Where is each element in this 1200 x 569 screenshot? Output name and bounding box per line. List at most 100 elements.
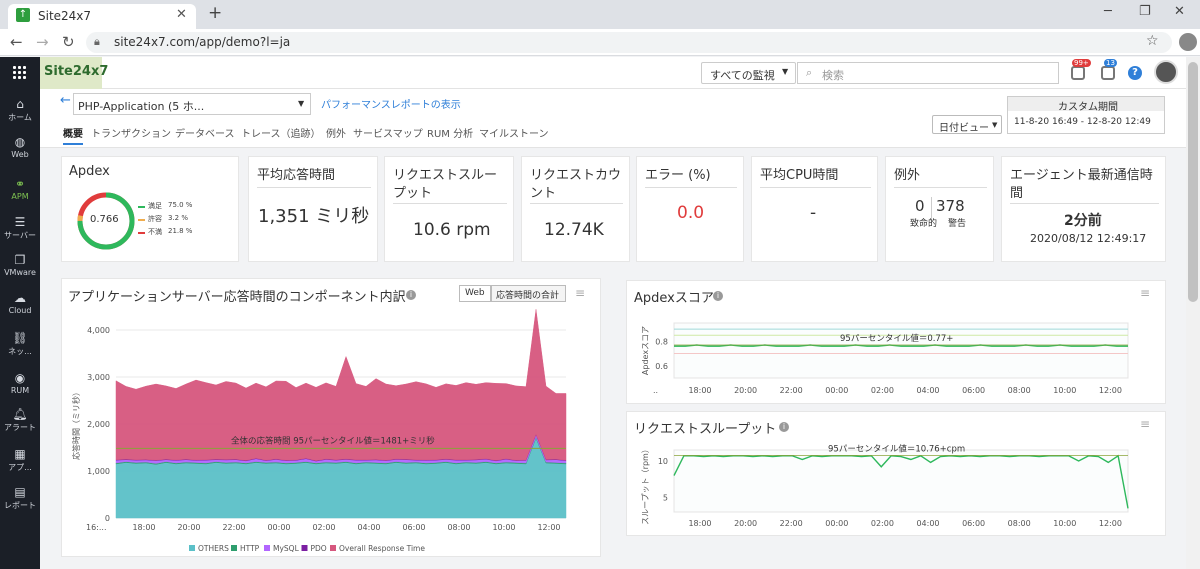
nav-item-1[interactable]: ◍ Web <box>0 135 40 159</box>
throughput-card[interactable]: リクエストスルー プット 10.6 rpm <box>384 156 514 262</box>
tab-6[interactable]: RUM 分析 <box>427 125 473 140</box>
menu-icon[interactable]: ≡ <box>575 286 585 300</box>
window-close-icon[interactable]: ✕ <box>1174 4 1185 19</box>
grid-menu-icon[interactable] <box>12 65 26 79</box>
close-icon[interactable]: ✕ <box>176 7 187 22</box>
nav-item-label: VMware <box>4 268 36 277</box>
x-tick-label: 22:00 <box>780 519 803 528</box>
y-tick-label: 4,000 <box>87 326 110 335</box>
tab-4[interactable]: 例外 <box>326 125 346 140</box>
exception-card[interactable]: 例外 0 378 致命的 警告 <box>885 156 994 262</box>
rum-icon: ◉ <box>14 371 26 385</box>
nav-item-9[interactable]: ▦ アプ... <box>0 447 40 473</box>
tab-1[interactable]: トランザクション <box>91 125 171 140</box>
tab-0[interactable]: 概要 <box>63 125 83 145</box>
nav-item-3[interactable]: ☰ サーバー <box>0 215 40 241</box>
info-icon[interactable]: i <box>713 291 723 301</box>
tab-3[interactable]: トレース（追跡） <box>241 125 321 140</box>
legend-label: 許容 <box>148 215 162 223</box>
legend-swatch <box>138 232 145 234</box>
x-tick-label: 18:00 <box>132 523 155 532</box>
monitor-select-label: PHP-Application (5 ホ... <box>78 100 205 113</box>
x-tick-label: 06:00 <box>962 519 985 528</box>
nav-item-2[interactable]: ⚭ APM <box>0 177 40 201</box>
vmware-icon: ❐ <box>14 253 26 267</box>
user-avatar[interactable] <box>1154 60 1178 84</box>
help-icon[interactable]: ? <box>1128 66 1142 80</box>
plot-area <box>673 449 1129 513</box>
info-icon[interactable]: i <box>406 290 416 300</box>
nav-item-label: ネッ... <box>8 347 32 356</box>
x-tick-label: 00:00 <box>825 386 848 395</box>
legend-value: 3.2 % <box>168 214 189 222</box>
nav-item-label: アプ... <box>8 463 32 472</box>
nav-item-label: ホーム <box>8 113 32 122</box>
apdex-card[interactable]: Apdex 0.766 満足 75.0 % 許容 3.2 % 不満 21.8 % <box>61 156 239 262</box>
avg-response-value: 1,351 ミリ秒 <box>258 206 370 227</box>
address-bar[interactable]: 🔒︎ site24x7.com/app/demo?l=ja ☆ <box>86 32 1172 53</box>
reload-icon[interactable]: ↻ <box>62 33 75 51</box>
legend-swatch <box>138 219 145 221</box>
bookmark-star-icon[interactable]: ☆ <box>1146 33 1159 49</box>
agent-card[interactable]: エージェント最新通信時 間 2分前 2020/08/12 12:49:17 <box>1001 156 1166 262</box>
nav-item-4[interactable]: ❐ VMware <box>0 253 40 277</box>
legend-label: 満足 <box>148 202 162 210</box>
bell-icon: 🔔︎ <box>12 407 28 421</box>
restore-icon[interactable]: ❐ <box>1139 4 1151 19</box>
browser-tab[interactable]: ↑ Site24x7 ✕ <box>8 4 196 29</box>
tab-7[interactable]: マイルストーン <box>479 125 549 140</box>
avg-response-card[interactable]: 平均応答時間 1,351 ミリ秒 <box>248 156 378 262</box>
agent-title-2: 間 <box>1010 186 1024 201</box>
info-icon[interactable]: i <box>779 422 789 432</box>
error-card[interactable]: エラー (%) 0.0 <box>636 156 744 262</box>
menu-icon[interactable]: ≡ <box>1140 286 1150 300</box>
nav-item-0[interactable]: ⌂ ホーム <box>0 97 40 123</box>
minimize-icon[interactable]: ─ <box>1104 4 1112 19</box>
nav-item-10[interactable]: ▤ レポート <box>0 485 40 511</box>
percentile-annotation: 95パーセンタイル値＝0.77+ <box>840 333 953 344</box>
notification-badge: 13 <box>1104 59 1117 67</box>
new-tab-plus-icon[interactable]: + <box>208 3 222 23</box>
monitor-filter-select[interactable]: すべての監視 ▼ <box>701 62 796 84</box>
notification-icon[interactable] <box>1101 66 1115 80</box>
menu-icon[interactable]: ≡ <box>1140 417 1150 431</box>
x-tick-label: 10:00 <box>1053 386 1076 395</box>
alarm-badge: 99+ <box>1072 59 1091 67</box>
avg-response-title: 平均応答時間 <box>257 168 336 183</box>
date-view-button[interactable]: 日付ビュー ▼ <box>932 115 1002 134</box>
avg-cpu-card[interactable]: 平均CPU時間 - <box>751 156 878 262</box>
search-input[interactable]: ⌕ 検索 <box>797 62 1059 84</box>
request-count-card[interactable]: リクエストカウ ント 12.74K <box>521 156 630 262</box>
custom-period-box[interactable]: カスタム期間 11-8-20 16:49 - 12-8-20 12:49 <box>1007 96 1165 134</box>
tab-5[interactable]: サービスマップ <box>353 125 423 140</box>
x-tick-label: .. <box>653 386 658 395</box>
x-tick-label: 12:00 <box>537 523 560 532</box>
url-text: site24x7.com/app/demo?l=ja <box>114 35 291 49</box>
back-icon[interactable]: ← <box>60 93 71 108</box>
performance-report-link[interactable]: パフォーマンスレポートの表示 <box>321 96 461 111</box>
y-tick-label: 3,000 <box>87 373 110 382</box>
profile-avatar-icon[interactable] <box>1179 33 1197 51</box>
nav-item-label: サーバー <box>4 231 36 240</box>
nav-item-7[interactable]: ◉ RUM <box>0 371 40 395</box>
forward-arrow-icon[interactable]: → <box>36 33 49 51</box>
monitor-select[interactable]: PHP-Application (5 ホ... ▼ <box>73 93 311 115</box>
tab-title: Site24x7 <box>38 9 92 23</box>
y-axis-label: Apdexスコア <box>641 326 650 375</box>
alarm-icon[interactable] <box>1071 66 1085 80</box>
nav-item-6[interactable]: ⛓ ネッ... <box>0 331 40 357</box>
legend-label: PDO <box>311 544 327 553</box>
nav-item-5[interactable]: ☁ Cloud <box>0 291 40 315</box>
nav-item-label: APM <box>11 192 29 201</box>
apm-icon: ⚭ <box>14 177 26 191</box>
scrollbar-thumb[interactable] <box>1188 62 1198 302</box>
back-arrow-icon[interactable]: ← <box>10 33 23 51</box>
legend-value: 21.8 % <box>168 227 193 235</box>
nav-item-8[interactable]: 🔔︎ アラート <box>0 407 40 433</box>
legend-swatch <box>330 545 336 551</box>
globe-icon: ◍ <box>14 135 26 149</box>
site24x7-logo[interactable]: Site24x7 <box>40 57 108 89</box>
apdex-chart: 0.6 0.8 95パーセンタイル値＝0.77+.. 18:00 20:00 22:00 0… <box>641 322 1129 395</box>
x-tick-label: 08:00 <box>447 523 470 532</box>
tab-2[interactable]: データベース <box>175 125 235 140</box>
